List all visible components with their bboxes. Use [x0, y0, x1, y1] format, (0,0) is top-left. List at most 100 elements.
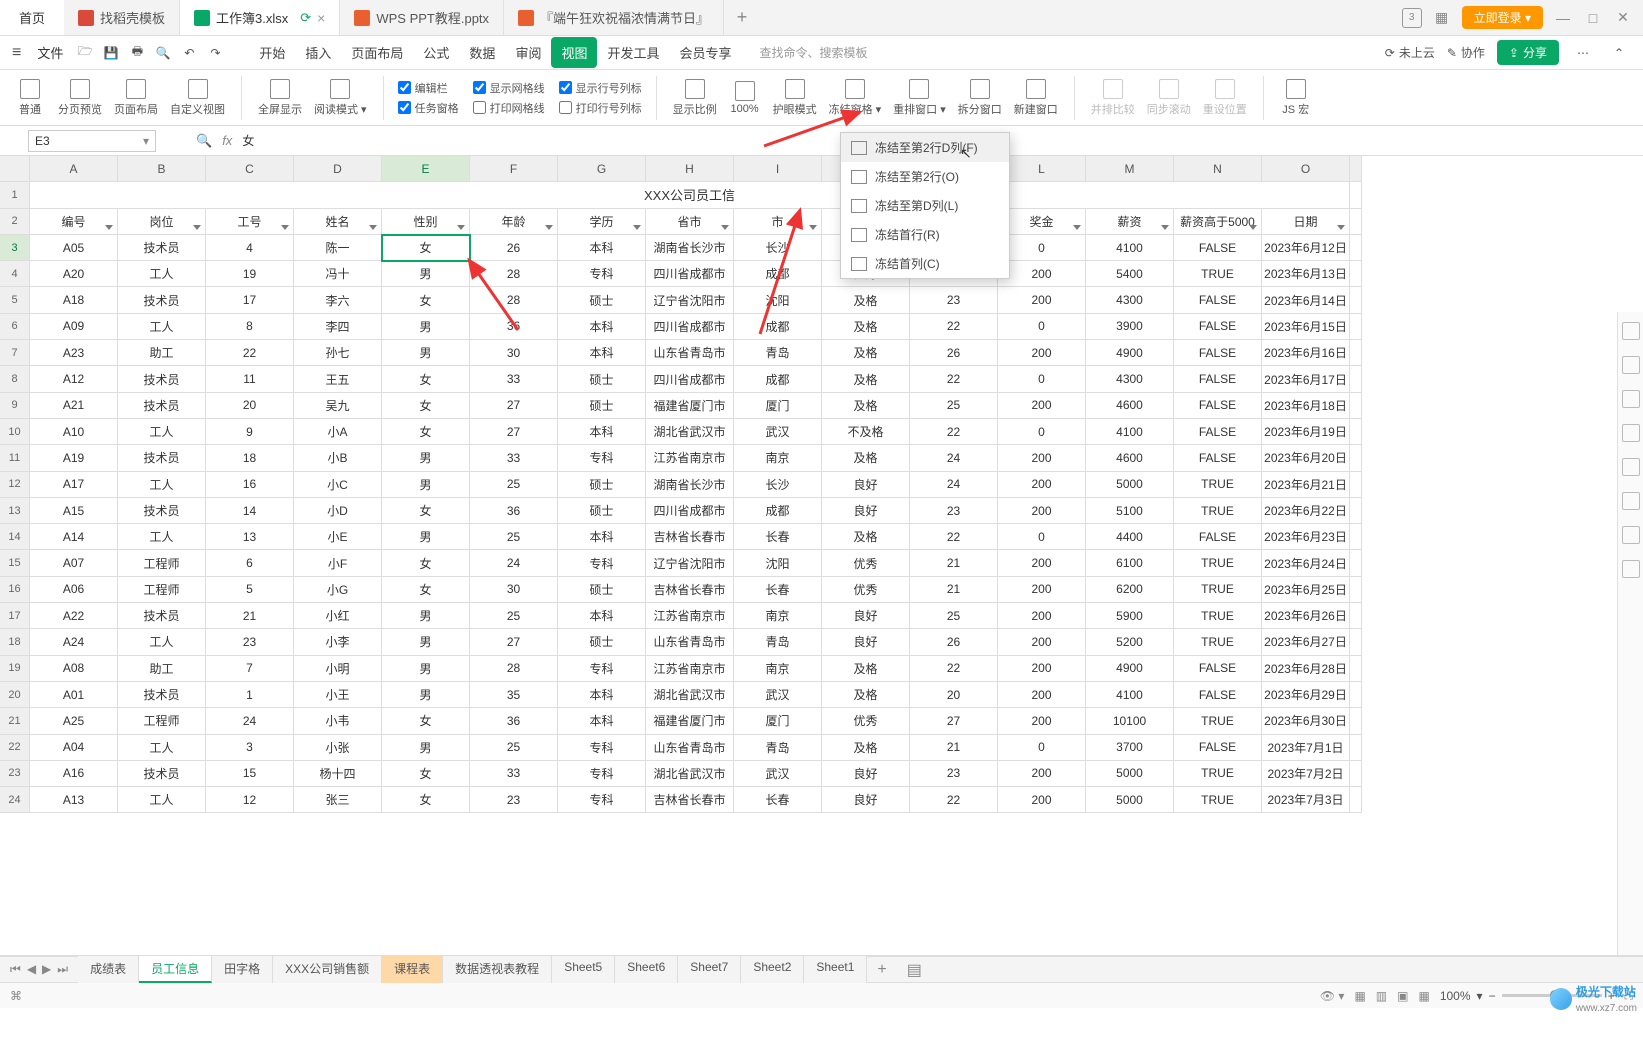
ribbon-check-任务窗格[interactable]: 任务窗格 — [398, 100, 459, 116]
rp-icon[interactable] — [1622, 322, 1640, 340]
data-cell[interactable]: 良好 — [822, 629, 910, 655]
data-cell[interactable]: 36 — [470, 314, 558, 340]
document-tab[interactable]: 工作簿3.xlsx⟳× — [180, 0, 340, 35]
filter-icon[interactable] — [281, 225, 289, 230]
data-cell[interactable]: 22 — [910, 524, 998, 550]
data-cell[interactable]: 沈阳 — [734, 287, 822, 313]
data-cell[interactable]: FALSE — [1174, 393, 1262, 419]
data-cell[interactable]: 男 — [382, 445, 470, 471]
data-cell[interactable]: 2023年6月27日 — [1262, 629, 1350, 655]
row-header[interactable]: 19 — [0, 656, 30, 682]
data-cell[interactable]: 2023年6月23日 — [1262, 524, 1350, 550]
menu-会员专享[interactable]: 会员专享 — [669, 37, 741, 68]
redo-icon[interactable]: ↷ — [203, 41, 227, 65]
column-header-cell[interactable]: 岗位 — [118, 209, 206, 235]
data-cell[interactable]: 技术员 — [118, 761, 206, 787]
data-cell[interactable]: 厦门 — [734, 708, 822, 734]
data-cell[interactable]: 湖北省武汉市 — [646, 682, 734, 708]
menu-公式[interactable]: 公式 — [413, 37, 459, 68]
data-cell[interactable]: 四川省成都市 — [646, 366, 734, 392]
sheet-add-button[interactable]: + — [867, 961, 896, 979]
data-cell[interactable]: 及格 — [822, 393, 910, 419]
data-cell[interactable]: 男 — [382, 629, 470, 655]
column-header-cell[interactable]: 薪资 — [1086, 209, 1174, 235]
data-cell[interactable]: 女 — [382, 419, 470, 445]
data-cell[interactable]: 200 — [998, 472, 1086, 498]
data-cell[interactable]: 11 — [206, 366, 294, 392]
ribbon-页面布局[interactable]: 页面布局 — [108, 73, 164, 123]
sheet-tab[interactable]: Sheet7 — [678, 956, 741, 983]
data-cell[interactable]: 25 — [470, 603, 558, 629]
data-cell[interactable]: 技术员 — [118, 235, 206, 261]
freeze-option[interactable]: 冻结至第2行D列(F) — [841, 133, 1009, 162]
sheet-tab[interactable]: 田字格 — [212, 956, 273, 983]
data-cell[interactable]: 工人 — [118, 787, 206, 813]
col-header[interactable]: G — [558, 156, 646, 182]
column-header-cell[interactable]: 姓名 — [294, 209, 382, 235]
data-cell[interactable]: 杨十四 — [294, 761, 382, 787]
fx-icon[interactable]: fx — [222, 133, 232, 148]
data-cell[interactable]: 南京 — [734, 656, 822, 682]
data-cell[interactable]: 长春 — [734, 787, 822, 813]
rp-icon[interactable] — [1622, 356, 1640, 374]
data-cell[interactable]: TRUE — [1174, 629, 1262, 655]
data-cell[interactable]: A20 — [30, 261, 118, 287]
save-icon[interactable]: 💾 — [99, 41, 123, 65]
freeze-option[interactable]: 冻结至第2行(O) — [841, 162, 1009, 191]
ribbon-check-编辑栏[interactable]: 编辑栏 — [398, 80, 459, 96]
data-cell[interactable]: 24 — [470, 550, 558, 576]
menu-页面布局[interactable]: 页面布局 — [341, 37, 413, 68]
data-cell[interactable]: 女 — [382, 577, 470, 603]
data-cell[interactable]: 湖北省武汉市 — [646, 761, 734, 787]
data-cell[interactable]: 15 — [206, 761, 294, 787]
col-header[interactable]: A — [30, 156, 118, 182]
filter-icon[interactable] — [369, 225, 377, 230]
data-cell[interactable]: 男 — [382, 735, 470, 761]
data-cell[interactable]: 200 — [998, 445, 1086, 471]
data-cell[interactable]: 沈阳 — [734, 550, 822, 576]
ribbon-自定义视图[interactable]: 自定义视图 — [164, 73, 231, 123]
cloud-status[interactable]: ⟳ 未上云 — [1385, 44, 1435, 61]
data-cell[interactable]: 200 — [998, 287, 1086, 313]
data-cell[interactable]: 助工 — [118, 340, 206, 366]
column-header-cell[interactable]: 编号 — [30, 209, 118, 235]
data-cell[interactable]: 男 — [382, 682, 470, 708]
data-cell[interactable]: 25 — [470, 735, 558, 761]
data-cell[interactable]: 28 — [470, 261, 558, 287]
sheet-tab[interactable]: XXX公司销售额 — [273, 956, 382, 983]
col-header[interactable]: L — [998, 156, 1086, 182]
data-cell[interactable]: 2023年7月2日 — [1262, 761, 1350, 787]
data-cell[interactable]: 35 — [470, 682, 558, 708]
data-cell[interactable]: 本科 — [558, 524, 646, 550]
rp-icon[interactable] — [1622, 560, 1640, 578]
data-cell[interactable]: 江苏省南京市 — [646, 445, 734, 471]
row-header[interactable]: 15 — [0, 550, 30, 576]
data-cell[interactable]: 200 — [998, 550, 1086, 576]
data-cell[interactable]: 200 — [998, 340, 1086, 366]
data-cell[interactable]: 不及格 — [822, 419, 910, 445]
row-header[interactable]: 17 — [0, 603, 30, 629]
row-header[interactable]: 10 — [0, 419, 30, 445]
filter-icon[interactable] — [105, 225, 113, 230]
data-cell[interactable]: 23 — [206, 629, 294, 655]
close-button[interactable]: ✕ — [1613, 8, 1633, 28]
data-cell[interactable]: 良好 — [822, 603, 910, 629]
data-cell[interactable]: 长沙 — [734, 472, 822, 498]
hamburger-icon[interactable]: ≡ — [6, 44, 27, 62]
data-cell[interactable]: 5000 — [1086, 787, 1174, 813]
row-header[interactable]: 5 — [0, 287, 30, 313]
data-cell[interactable]: 4300 — [1086, 366, 1174, 392]
data-cell[interactable]: 专科 — [558, 735, 646, 761]
column-header-cell[interactable]: 年龄 — [470, 209, 558, 235]
data-cell[interactable]: 工人 — [118, 524, 206, 550]
data-cell[interactable]: 吉林省长春市 — [646, 524, 734, 550]
data-cell[interactable]: TRUE — [1174, 787, 1262, 813]
data-cell[interactable]: 8 — [206, 314, 294, 340]
ribbon-全屏显示[interactable]: 全屏显示 — [252, 73, 308, 123]
data-cell[interactable]: 女 — [382, 550, 470, 576]
data-cell[interactable]: 福建省厦门市 — [646, 393, 734, 419]
data-cell[interactable]: 孙七 — [294, 340, 382, 366]
ribbon-jsmacro[interactable]: JS 宏 — [1274, 73, 1318, 123]
row-header[interactable]: 11 — [0, 445, 30, 471]
filter-icon[interactable] — [545, 225, 553, 230]
